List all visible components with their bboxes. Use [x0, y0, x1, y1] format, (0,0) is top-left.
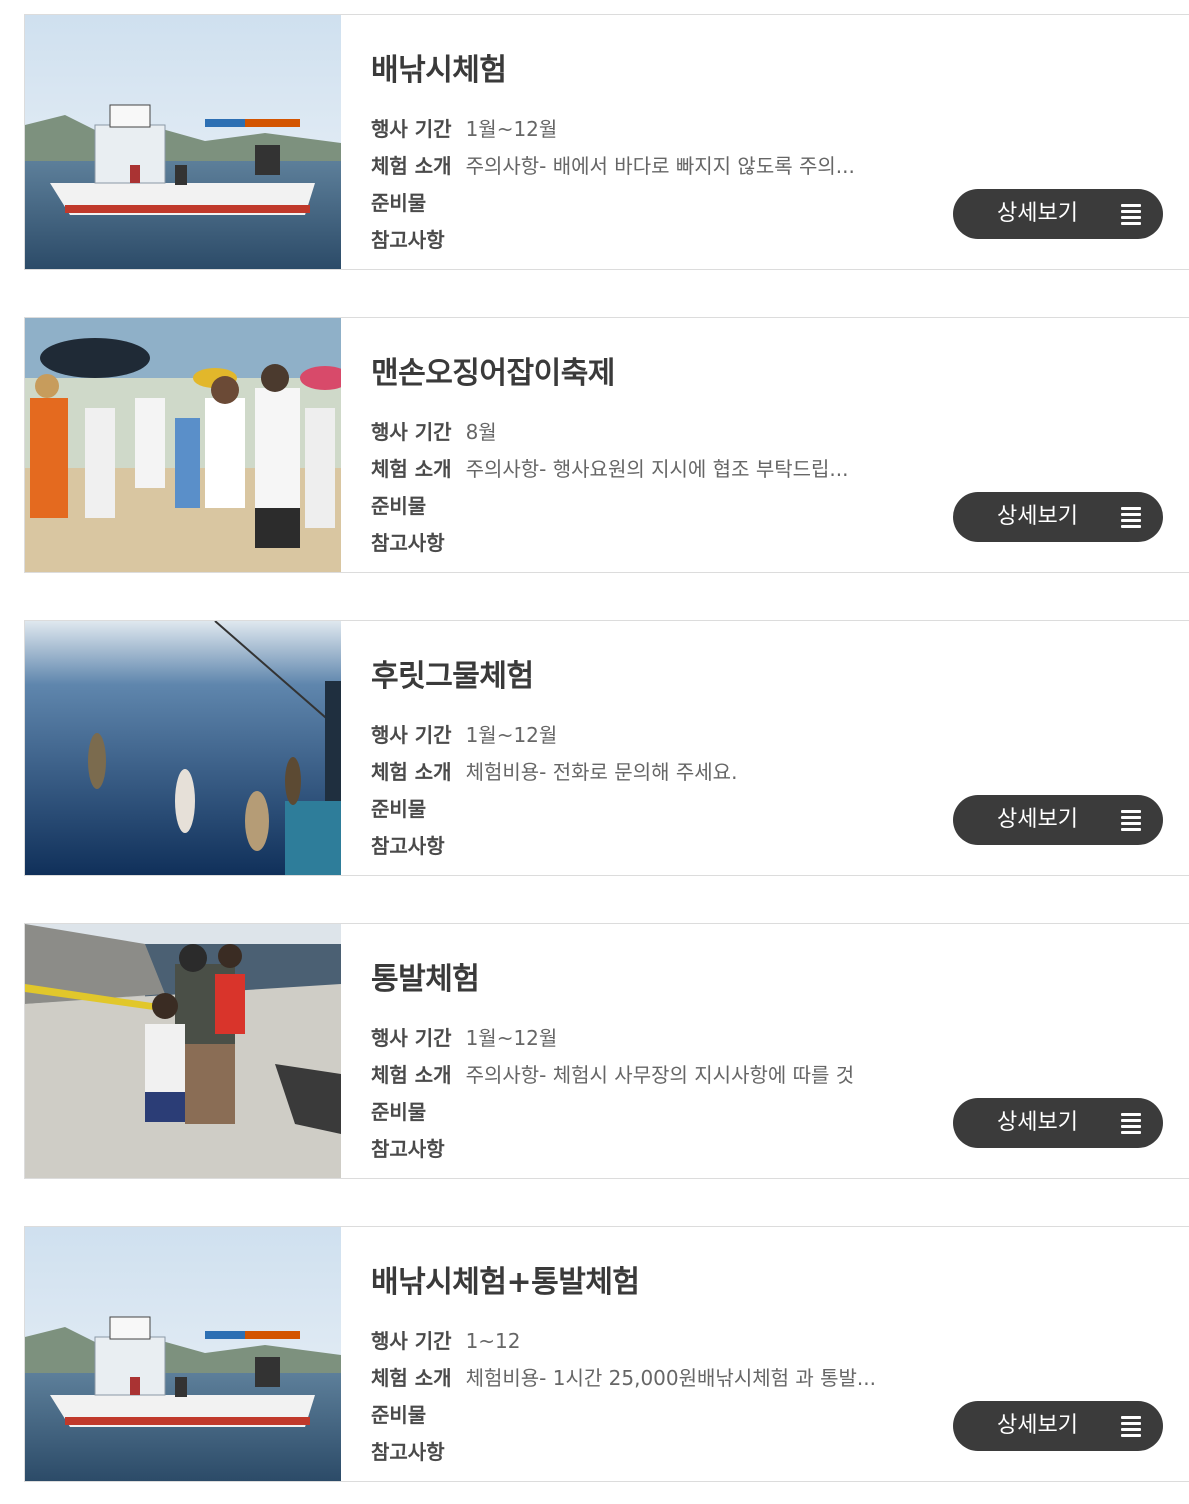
intro-row: 체험 소개 주의사항- 배에서 바다로 빠지지 않도록 주의...	[371, 152, 931, 189]
list-menu-icon	[1121, 507, 1141, 528]
detail-button-label: 상세보기	[997, 1110, 1078, 1135]
experience-title[interactable]: 배낚시체험	[371, 45, 507, 89]
experience-thumbnail[interactable]	[25, 924, 341, 1178]
notes-label: 참고사항	[371, 531, 445, 555]
experience-info: 행사 기간 1월~12월 체험 소개 체험비용- 전화로 문의해 주세요. 준비물 …	[371, 721, 931, 869]
period-row: 행사 기간 1월~12월	[371, 1024, 931, 1061]
intro-row: 체험 소개 체험비용- 전화로 문의해 주세요.	[371, 758, 931, 795]
period-row: 행사 기간 1~12	[371, 1327, 931, 1364]
intro-label: 체험 소개	[371, 1063, 452, 1087]
period-label: 행사 기간	[371, 1329, 452, 1353]
prep-row: 준비물	[371, 189, 931, 226]
prep-row: 준비물	[371, 492, 931, 529]
intro-row: 체험 소개 주의사항- 체험시 사무장의 지시사항에 따를 것	[371, 1061, 931, 1098]
intro-value: 주의사항- 체험시 사무장의 지시사항에 따를 것	[465, 1063, 855, 1087]
detail-button[interactable]: 상세보기	[953, 189, 1163, 239]
period-value: 1~12	[465, 1329, 521, 1353]
intro-row: 체험 소개 체험비용- 1시간 25,000원배낚시체험 과 통발...	[371, 1364, 931, 1401]
intro-value: 체험비용- 전화로 문의해 주세요.	[465, 760, 738, 784]
experience-title[interactable]: 맨손오징어잡이축제	[371, 348, 615, 392]
experience-title[interactable]: 후릿그물체험	[371, 651, 534, 695]
intro-label: 체험 소개	[371, 154, 452, 178]
detail-button[interactable]: 상세보기	[953, 492, 1163, 542]
detail-button[interactable]: 상세보기	[953, 795, 1163, 845]
intro-value: 주의사항- 배에서 바다로 빠지지 않도록 주의...	[465, 154, 855, 178]
experience-info: 행사 기간 8월 체험 소개 주의사항- 행사요원의 지시에 협조 부탁드립... …	[371, 418, 931, 566]
period-value: 1월~12월	[465, 117, 558, 141]
intro-label: 체험 소개	[371, 760, 452, 784]
period-row: 행사 기간 1월~12월	[371, 115, 931, 152]
notes-label: 참고사항	[371, 1440, 445, 1464]
period-value: 8월	[465, 420, 497, 444]
period-label: 행사 기간	[371, 420, 452, 444]
notes-label: 참고사항	[371, 228, 445, 252]
experience-card: 배낚시체험 행사 기간 1월~12월 체험 소개 주의사항- 배에서 바다로 빠지지…	[24, 14, 1189, 270]
experience-title[interactable]: 통발체험	[371, 954, 480, 998]
period-row: 행사 기간 1월~12월	[371, 721, 931, 758]
notes-label: 참고사항	[371, 834, 445, 858]
experience-card: 후릿그물체험 행사 기간 1월~12월 체험 소개 체험비용- 전화로 문의해 주세…	[24, 620, 1189, 876]
detail-button-label: 상세보기	[997, 504, 1078, 529]
experience-thumbnail[interactable]	[25, 1227, 341, 1481]
experience-card: 통발체험 행사 기간 1월~12월 체험 소개 주의사항- 체험시 사무장의 지시사…	[24, 923, 1189, 1179]
notes-row: 참고사항	[371, 832, 931, 869]
notes-row: 참고사항	[371, 1438, 931, 1475]
detail-button-label: 상세보기	[997, 807, 1078, 832]
boat-photo	[25, 15, 341, 269]
intro-value: 체험비용- 1시간 25,000원배낚시체험 과 통발...	[465, 1366, 877, 1390]
notes-row: 참고사항	[371, 529, 931, 566]
period-value: 1월~12월	[465, 723, 558, 747]
experience-title[interactable]: 배낚시체험+통발체험	[371, 1257, 640, 1301]
experience-thumbnail[interactable]	[25, 621, 341, 875]
pier-family-photo	[25, 924, 341, 1178]
prep-label: 준비물	[371, 494, 427, 518]
notes-label: 참고사항	[371, 1137, 445, 1161]
prep-label: 준비물	[371, 1403, 427, 1427]
experience-info: 행사 기간 1월~12월 체험 소개 주의사항- 체험시 사무장의 지시사항에 따를…	[371, 1024, 931, 1172]
detail-button[interactable]: 상세보기	[953, 1401, 1163, 1451]
period-label: 행사 기간	[371, 117, 452, 141]
list-menu-icon	[1121, 1113, 1141, 1134]
boat-photo	[25, 1227, 341, 1481]
detail-button-label: 상세보기	[997, 1413, 1078, 1438]
festival-crowd-photo	[25, 318, 341, 572]
intro-value: 주의사항- 행사요원의 지시에 협조 부탁드립...	[465, 457, 849, 481]
intro-row: 체험 소개 주의사항- 행사요원의 지시에 협조 부탁드립...	[371, 455, 931, 492]
prep-row: 준비물	[371, 1401, 931, 1438]
prep-label: 준비물	[371, 191, 427, 215]
sea-fishing-photo	[25, 621, 341, 875]
list-menu-icon	[1121, 204, 1141, 225]
detail-button-label: 상세보기	[997, 201, 1078, 226]
intro-label: 체험 소개	[371, 457, 452, 481]
experience-info: 행사 기간 1~12 체험 소개 체험비용- 1시간 25,000원배낚시체험 과 …	[371, 1327, 931, 1475]
experience-card: 배낚시체험+통발체험 행사 기간 1~12 체험 소개 체험비용- 1시간 25,0…	[24, 1226, 1189, 1482]
notes-row: 참고사항	[371, 226, 931, 263]
period-label: 행사 기간	[371, 723, 452, 747]
list-menu-icon	[1121, 1416, 1141, 1437]
intro-label: 체험 소개	[371, 1366, 452, 1390]
prep-row: 준비물	[371, 1098, 931, 1135]
experience-thumbnail[interactable]	[25, 15, 341, 269]
prep-label: 준비물	[371, 1100, 427, 1124]
prep-label: 준비물	[371, 797, 427, 821]
experience-thumbnail[interactable]	[25, 318, 341, 572]
list-menu-icon	[1121, 810, 1141, 831]
experience-info: 행사 기간 1월~12월 체험 소개 주의사항- 배에서 바다로 빠지지 않도록 주…	[371, 115, 931, 263]
detail-button[interactable]: 상세보기	[953, 1098, 1163, 1148]
notes-row: 참고사항	[371, 1135, 931, 1172]
experience-card: 맨손오징어잡이축제 행사 기간 8월 체험 소개 주의사항- 행사요원의 지시에 협…	[24, 317, 1189, 573]
period-row: 행사 기간 8월	[371, 418, 931, 455]
period-label: 행사 기간	[371, 1026, 452, 1050]
period-value: 1월~12월	[465, 1026, 558, 1050]
prep-row: 준비물	[371, 795, 931, 832]
